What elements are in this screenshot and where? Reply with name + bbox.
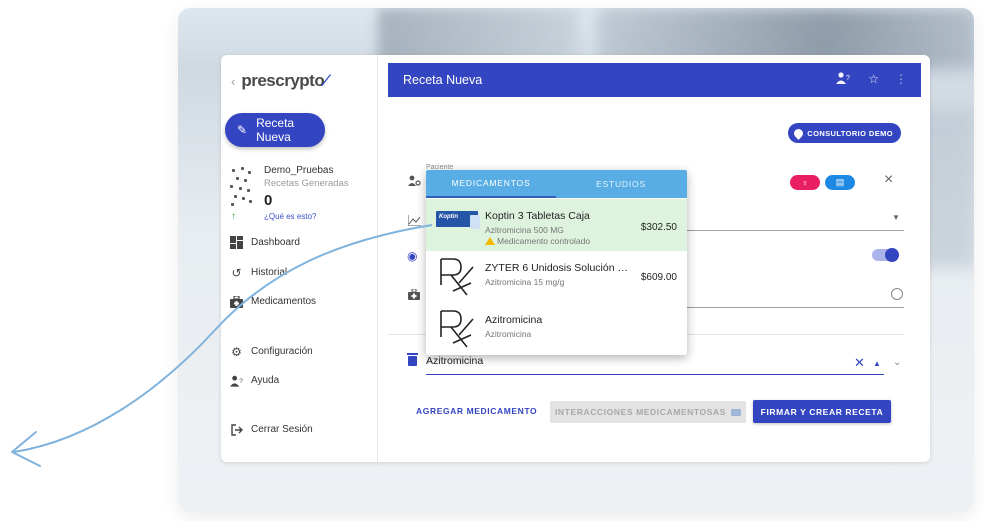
dropdown-tabs: MEDICAMENTOS ESTUDIOS xyxy=(426,170,687,198)
new-prescription-button[interactable]: ✎ Receta Nueva xyxy=(225,113,325,147)
sidebar-item-label: Medicamentos xyxy=(251,296,317,307)
sidebar-item-ayuda[interactable]: ? Ayuda xyxy=(230,374,370,387)
chart-icon xyxy=(407,215,421,229)
arrow-up-icon: ↑ xyxy=(231,211,236,222)
more-menu-icon[interactable]: ⋮ xyxy=(895,72,907,87)
emoji-icon[interactable] xyxy=(891,288,903,300)
sidebar-item-label: Configuración xyxy=(251,346,313,357)
option-name: Azitromicina xyxy=(485,314,543,326)
drug-interactions-button[interactable]: INTERACCIONES MEDICAMENTOSAS xyxy=(550,401,746,423)
sidebar-item-label: Cerrar Sesión xyxy=(251,424,313,435)
patient-card-tag[interactable]: ▤ xyxy=(825,175,855,190)
tab-estudios[interactable]: ESTUDIOS xyxy=(556,170,686,198)
stage: ‹ prescrypto⁄ ✎ Receta Nueva Demo_Prueba… xyxy=(0,0,984,521)
visibility-toggle[interactable] xyxy=(872,248,899,262)
warning-icon xyxy=(485,237,495,245)
rx-icon xyxy=(440,310,474,348)
chevron-left-icon[interactable]: ‹ xyxy=(231,74,235,89)
pencil-icon: ✎ xyxy=(237,123,248,137)
option-price: $302.50 xyxy=(640,222,677,233)
option-price: $609.00 xyxy=(640,272,677,283)
option-detail: Azitromicina 500 MG xyxy=(485,225,564,235)
gender-female-tag[interactable]: ♀ xyxy=(790,175,820,190)
patient-help-icon[interactable]: ? xyxy=(836,72,852,87)
svg-text:?: ? xyxy=(239,377,243,384)
clinic-badge-label: CONSULTORIO DEMO xyxy=(807,128,893,138)
user-subtitle: Recetas Generadas xyxy=(264,178,349,189)
sidebar-item-label: Historial xyxy=(251,267,288,278)
new-prescription-label: Receta Nueva xyxy=(256,116,295,144)
history-icon: ↺ xyxy=(231,265,242,280)
add-medication-button[interactable]: AGREGAR MEDICAMENTO xyxy=(416,406,537,416)
drug-interactions-label: INTERACCIONES MEDICAMENTOSAS xyxy=(554,407,727,417)
clear-search-icon[interactable]: ✕ xyxy=(854,355,865,371)
clear-patient-icon[interactable]: × xyxy=(884,171,893,189)
dashboard-icon xyxy=(230,236,243,249)
sidebar: ‹ prescrypto⁄ ✎ Receta Nueva Demo_Prueba… xyxy=(221,55,378,462)
caret-down-icon[interactable]: ▼ xyxy=(892,213,900,222)
rx-icon xyxy=(440,258,474,296)
eye-icon: ◉ xyxy=(407,249,418,263)
card-icon xyxy=(731,408,742,416)
sidebar-item-medicamentos[interactable]: Medicamentos xyxy=(230,295,370,308)
medkit-icon xyxy=(408,288,420,303)
medical-bag-icon xyxy=(230,295,243,308)
sidebar-item-dashboard[interactable]: Dashboard xyxy=(230,236,370,249)
brand: ‹ prescrypto⁄ xyxy=(231,71,327,91)
option-name: Koptin 3 Tabletas Caja xyxy=(485,210,590,222)
user-name: Demo_Pruebas xyxy=(264,165,334,176)
caret-up-icon[interactable]: ▲ xyxy=(873,359,881,368)
sidebar-item-cerrar-sesion[interactable]: Cerrar Sesión xyxy=(230,423,370,436)
qr-code-icon xyxy=(230,167,252,207)
svg-text:?: ? xyxy=(846,75,850,82)
sidebar-item-label: Ayuda xyxy=(251,375,280,386)
sidebar-item-historial[interactable]: ↺ Historial xyxy=(230,265,370,280)
option-warning: Medicamento controlado xyxy=(485,236,590,246)
page-title: Receta Nueva xyxy=(403,73,483,87)
option-detail: Azitromicina 15 mg/g xyxy=(485,277,565,287)
location-pin-icon xyxy=(792,126,806,140)
logout-icon xyxy=(230,423,243,436)
header-bar: Receta Nueva ? ☆ ⋮ xyxy=(388,63,921,97)
medication-dropdown: MEDICAMENTOS ESTUDIOS Koptin Koptin 3 Ta… xyxy=(426,170,687,355)
patient-search-icon xyxy=(408,175,421,190)
option-name: ZYTER 6 Unidosis Solución Oftál... xyxy=(485,262,635,274)
dropdown-option[interactable]: Koptin Koptin 3 Tabletas Caja Azitromici… xyxy=(426,199,687,251)
logo: prescrypto⁄ xyxy=(241,71,327,90)
star-icon[interactable]: ☆ xyxy=(868,72,879,87)
prescription-count: 0 xyxy=(264,192,273,209)
sign-prescription-button[interactable]: FIRMAR Y CREAR RECETA xyxy=(753,400,891,423)
clinic-badge[interactable]: CONSULTORIO DEMO xyxy=(788,123,901,143)
help-link[interactable]: ¿Qué es esto? xyxy=(264,212,316,221)
option-detail: Azitromicina xyxy=(485,329,532,339)
gear-icon: ⚙ xyxy=(231,344,242,359)
sidebar-item-label: Dashboard xyxy=(251,237,300,248)
medication-search-input[interactable] xyxy=(426,355,826,367)
sidebar-item-configuracion[interactable]: ⚙ Configuración xyxy=(230,344,370,359)
help-person-icon: ? xyxy=(230,374,243,387)
dropdown-option[interactable]: Azitromicina Azitromicina xyxy=(426,303,687,355)
tab-medicamentos[interactable]: MEDICAMENTOS xyxy=(426,170,556,198)
chevron-down-icon[interactable]: ⌄ xyxy=(893,357,901,368)
trash-icon[interactable] xyxy=(407,353,418,366)
dropdown-option[interactable]: ZYTER 6 Unidosis Solución Oftál... Azitr… xyxy=(426,251,687,303)
product-thumbnail: Koptin xyxy=(436,211,480,229)
